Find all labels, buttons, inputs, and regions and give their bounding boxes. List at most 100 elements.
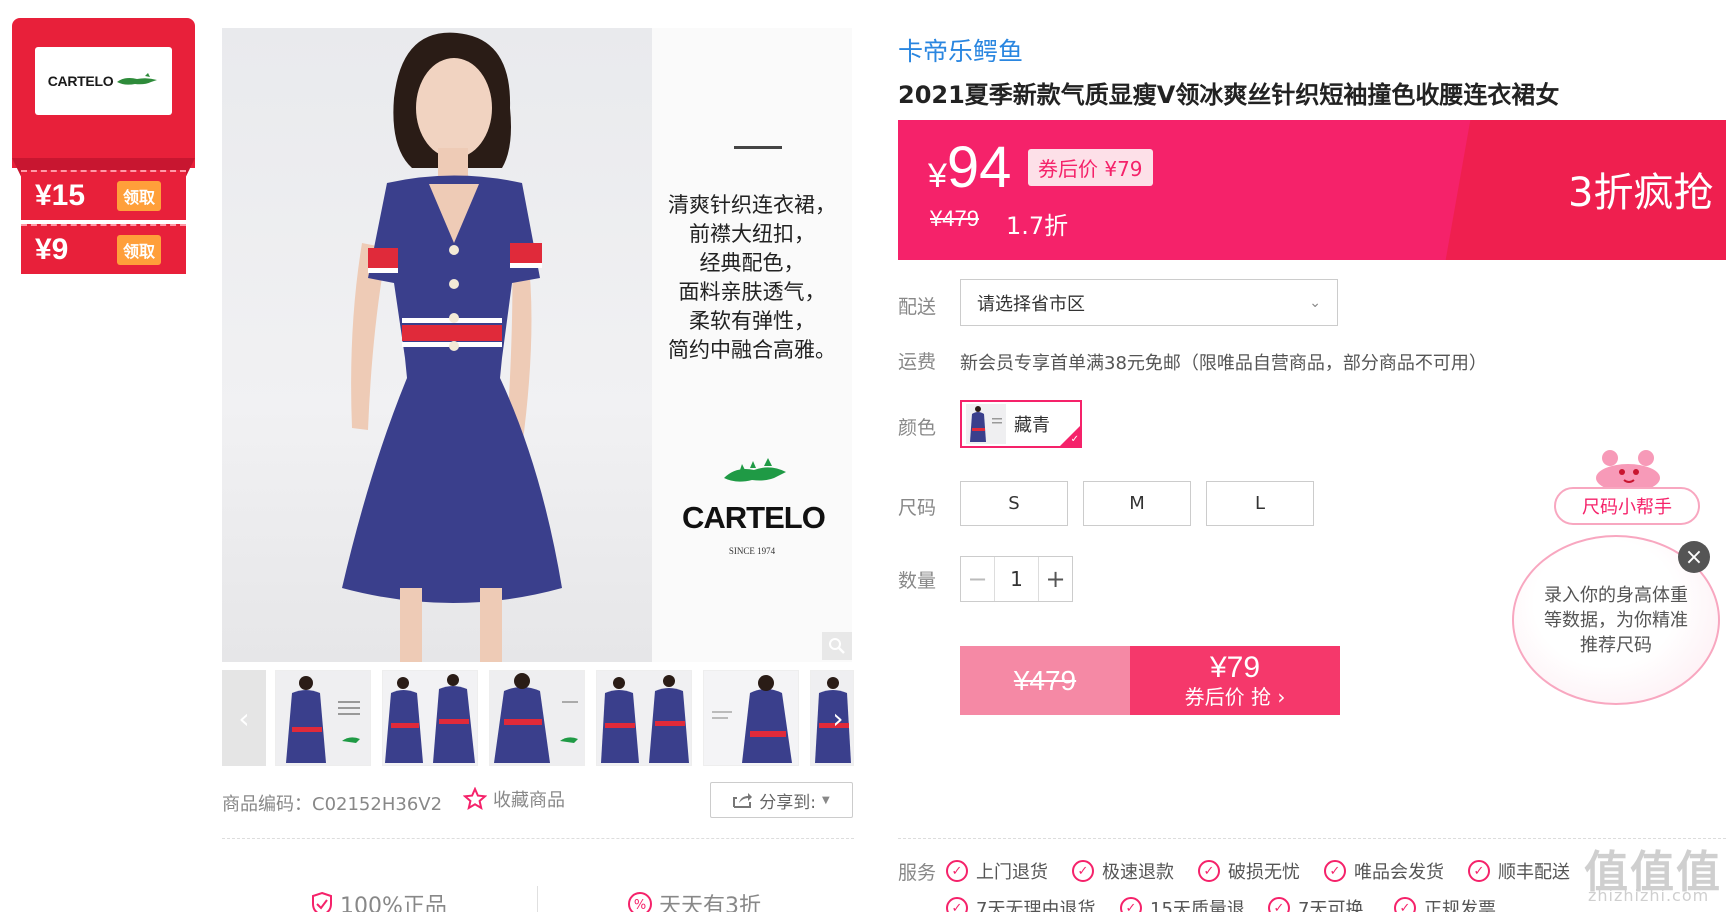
size-option-s[interactable]: S (960, 481, 1068, 526)
copy-line: 经典配色， (699, 251, 805, 275)
brand-logo: CARTELO (35, 47, 172, 115)
size-option-l[interactable]: L (1206, 481, 1314, 526)
mascot-icon[interactable] (1590, 448, 1666, 492)
coupon-9[interactable]: ¥9 领取 (21, 224, 186, 274)
percent-badge-icon: % (628, 892, 652, 912)
zoom-icon[interactable] (822, 632, 852, 660)
share-icon (733, 793, 753, 808)
quantity-label: 数量 (898, 570, 937, 592)
thumbnail[interactable] (382, 670, 478, 766)
check-circle-icon: ✓ (1268, 897, 1290, 912)
region-select[interactable]: 请选择省市区 ⌄ (960, 279, 1338, 326)
copy-line: 柔软有弹性， (689, 309, 815, 333)
chevron-down-icon: ⌄ (1309, 294, 1321, 311)
divider-dash (734, 146, 782, 149)
color-swatch (966, 404, 1006, 444)
service-item: ✓ 唯品会发货 (1324, 858, 1444, 884)
brand-logo-text: CARTELO (47, 73, 114, 89)
thumbnail[interactable] (703, 670, 799, 766)
shield-icon (312, 891, 332, 912)
color-option-navy[interactable]: 藏青 ✓ (960, 400, 1082, 448)
copy-line: 前襟大纽扣， (689, 222, 815, 246)
service-text: 上门退货 (976, 862, 1048, 883)
current-price: ¥ 94 (928, 134, 1011, 201)
close-icon[interactable]: × (1678, 541, 1710, 573)
check-circle-icon: ✓ (1324, 860, 1346, 882)
thumbnail[interactable] (596, 670, 692, 766)
service-item: ✓ 15天质量退 (1120, 895, 1245, 912)
price-value: 94 (946, 135, 1012, 200)
service-text: 顺丰配送 (1498, 862, 1570, 883)
check-circle-icon: ✓ (1120, 897, 1142, 912)
buy-with-coupon-button[interactable]: ¥479 ¥79 券后价 抢 › (960, 646, 1340, 715)
discount-rate: 1.7折 (1006, 212, 1069, 240)
currency-symbol: ¥ (928, 157, 947, 195)
copy-line: 简约中融合高雅。 (668, 338, 836, 362)
service-item: ✓ 顺丰配送 (1468, 858, 1570, 884)
check-icon: ✓ (1070, 434, 1079, 445)
crocodile-logo-icon (724, 458, 786, 482)
shipping-info: 新会员专享首单满38元免邮（限唯品自营商品，部分商品不可用） (960, 353, 1487, 374)
brand-wordmark: CARTELO (682, 500, 826, 535)
coupon-amount: ¥15 (35, 179, 86, 212)
service-text: 极速退款 (1102, 862, 1174, 883)
check-circle-icon: ✓ (1394, 897, 1416, 912)
promise-label: 100%正品 (340, 894, 447, 912)
quantity-value[interactable]: 1 (995, 557, 1038, 601)
share-label: 分享到: (759, 792, 817, 813)
decrease-quantity-button[interactable]: − (961, 557, 995, 601)
coupon-card: CARTELO ¥15 领取 ¥9 领取 (12, 18, 195, 280)
coupon-15[interactable]: ¥15 领取 (21, 170, 186, 220)
original-price: ¥479 (930, 206, 979, 231)
star-icon (463, 787, 487, 811)
thumbnail-next-button[interactable]: › (822, 670, 854, 766)
claim-coupon-button[interactable]: 领取 (117, 235, 162, 265)
service-item: ✓ 7天无理由退货 (946, 895, 1095, 912)
quantity-stepper: − 1 + (960, 556, 1073, 602)
size-helper-message: 录入你的身高体重等数据，为你精准推荐尺码 (1544, 584, 1688, 656)
watermark-url: zhizhizhi.com (1588, 886, 1710, 905)
chevron-right-icon: › (832, 701, 844, 735)
price-banner: ¥ 94 券后价 ¥79 ¥479 1.7折 3折疯抢 (898, 120, 1726, 260)
region-placeholder: 请选择省市区 (977, 293, 1085, 315)
coupon-amount: ¥9 (35, 233, 69, 266)
color-value: 藏青 (1014, 415, 1050, 436)
promise-discount: % 天天有3折 (627, 888, 761, 912)
share-button[interactable]: 分享到: ▼ (710, 782, 853, 818)
thumbnail[interactable] (275, 670, 371, 766)
svg-text:%: % (634, 898, 646, 912)
promo-tag: 3折疯抢 (1568, 170, 1714, 216)
buy-coupon-price: ¥79 (1209, 650, 1261, 684)
product-sku: 商品编码：C02152H36V2 (222, 794, 443, 815)
claim-coupon-button[interactable]: 领取 (117, 181, 162, 211)
delivery-label: 配送 (898, 296, 937, 318)
check-circle-icon: ✓ (946, 860, 968, 882)
favorite-label: 收藏商品 (493, 790, 565, 811)
promise-authentic: 100%正品 (310, 888, 447, 912)
buy-coupon-section: ¥79 券后价 抢 › (1130, 646, 1340, 715)
service-text: 正规发票 (1424, 899, 1496, 912)
increase-quantity-button[interactable]: + (1038, 557, 1072, 601)
thumbnail-prev-button[interactable]: ‹ (222, 670, 266, 766)
thumbnail[interactable] (489, 670, 585, 766)
size-helper-button[interactable]: 尺码小帮手 (1554, 487, 1700, 525)
service-text: 唯品会发货 (1354, 862, 1444, 883)
brand-link[interactable]: 卡帝乐鳄鱼 (898, 32, 1023, 68)
shipping-label: 运费 (898, 351, 937, 373)
copy-line: 清爽针织连衣裙， (668, 193, 836, 217)
service-item: ✓ 正规发票 (1394, 895, 1496, 912)
coupon-price-badge: 券后价 ¥79 (1028, 149, 1153, 186)
size-option-m[interactable]: M (1083, 481, 1191, 526)
service-item: ✓ 破损无忧 (1198, 858, 1300, 884)
check-circle-icon: ✓ (1198, 860, 1220, 882)
product-title: 2021夏季新款气质显瘦V领冰爽丝针织短袖撞色收腰连衣裙女 (898, 81, 1560, 109)
favorite-button[interactable]: 收藏商品 (463, 786, 565, 812)
divider (537, 886, 538, 912)
main-product-image[interactable]: 清爽针织连衣裙， 前襟大纽扣， 经典配色， 面料亲肤透气， 柔软有弹性， 简约中… (222, 28, 852, 662)
check-circle-icon: ✓ (946, 897, 968, 912)
buy-original-price: ¥479 (960, 646, 1130, 715)
thumbnail-strip: ‹ › (222, 670, 854, 766)
service-text: 15天质量退 (1150, 899, 1245, 912)
divider (222, 838, 854, 839)
service-item: ✓ 上门退货 (946, 858, 1048, 884)
